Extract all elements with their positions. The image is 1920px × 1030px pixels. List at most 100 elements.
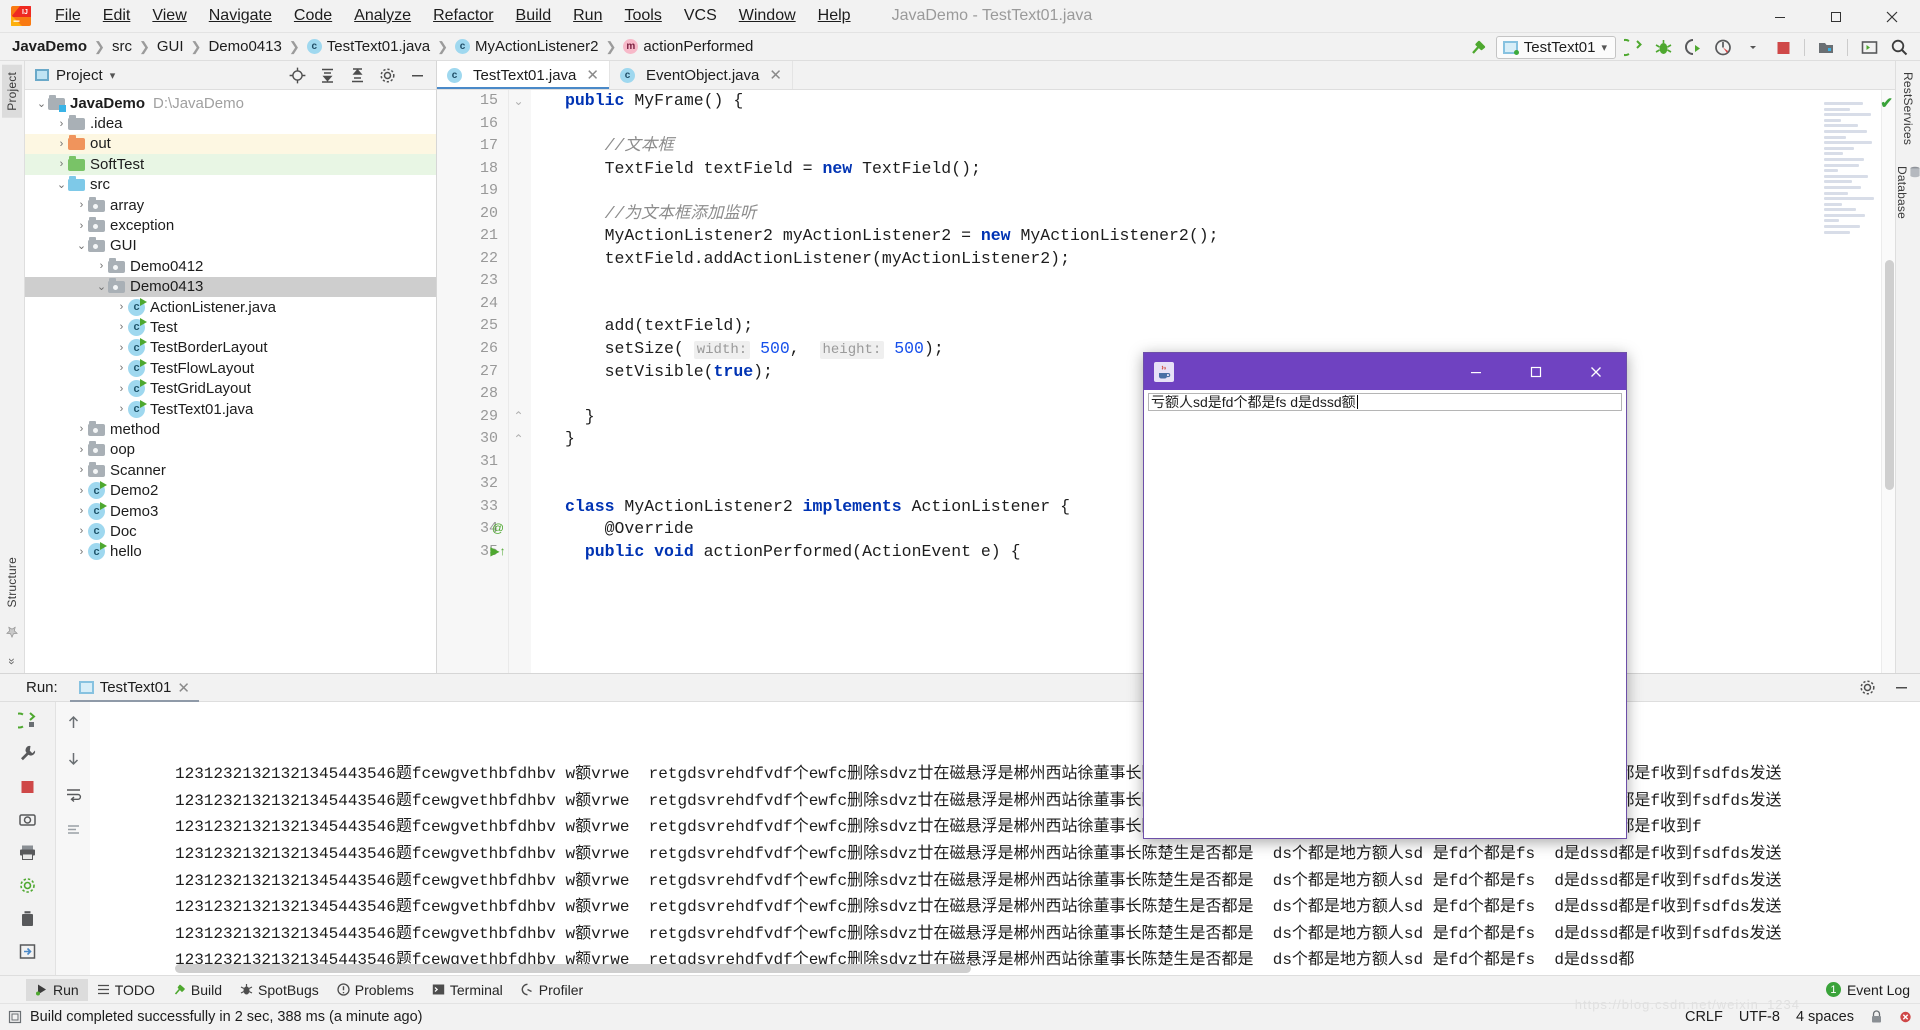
fold-marker[interactable]: ⌄: [513, 94, 524, 108]
up-icon[interactable]: [60, 710, 86, 734]
bottom-tab-problems[interactable]: Problems: [328, 979, 423, 1001]
chevron-right-icon[interactable]: ›: [115, 321, 128, 334]
console-output[interactable]: 12312321321321345443546题fcewgvethbfdhbv …: [90, 702, 1920, 975]
tab-testtext01-java[interactable]: c TestText01.java ✕: [437, 61, 610, 89]
sidebar-item-favorites[interactable]: [3, 616, 21, 652]
stop-icon[interactable]: [15, 774, 41, 798]
tree-item-test[interactable]: › c Test: [25, 317, 436, 337]
breadcrumb-actionperformed[interactable]: m actionPerformed: [623, 38, 753, 55]
java-application-window[interactable]: 亏额人sd是fd个都是fs d是dssd额: [1143, 352, 1627, 839]
line-number[interactable]: 23: [437, 270, 508, 293]
chevron-right-icon[interactable]: ›: [115, 341, 128, 354]
locate-icon[interactable]: [284, 63, 310, 87]
tree-item-testgridlayout[interactable]: › c TestGridLayout: [25, 378, 436, 398]
chevron-right-icon[interactable]: ›: [75, 423, 88, 436]
menu-run[interactable]: Run: [562, 4, 613, 28]
code-folding-column[interactable]: ⌄ ⌃ ⌃ @ ▶↑: [490, 90, 531, 673]
line-number[interactable]: 20: [437, 203, 508, 226]
indent-indicator[interactable]: 4 spaces: [1796, 1009, 1854, 1025]
close-button[interactable]: [1864, 0, 1920, 33]
tree-item-hello[interactable]: › c hello: [25, 542, 436, 562]
collapse-all-icon[interactable]: [344, 63, 370, 87]
menu-view[interactable]: View: [141, 4, 197, 28]
sidebar-item-restservices[interactable]: RestServices: [1898, 65, 1918, 152]
expand-all-icon[interactable]: [314, 63, 340, 87]
line-number[interactable]: 30: [437, 428, 508, 451]
event-log-button[interactable]: 1 Event Log: [1825, 982, 1910, 998]
chevron-right-icon[interactable]: ›: [115, 403, 128, 416]
gear-icon[interactable]: [374, 63, 400, 87]
breadcrumb-demo0413[interactable]: Demo0413: [208, 38, 281, 55]
chevron-right-icon[interactable]: ›: [75, 199, 88, 212]
tree-item-scanner[interactable]: › Scanner: [25, 460, 436, 480]
bottom-tab-terminal[interactable]: Terminal: [423, 979, 512, 1001]
tree-item-out[interactable]: › out: [25, 133, 436, 155]
chevron-down-icon[interactable]: ⌄: [35, 97, 48, 110]
java-close-button[interactable]: [1566, 353, 1626, 390]
settings-gear-icon[interactable]: [15, 873, 41, 897]
tree-item-testtext01-java[interactable]: › c TestText01.java: [25, 399, 436, 419]
line-number[interactable]: 16: [437, 113, 508, 136]
chevron-right-icon[interactable]: ›: [115, 362, 128, 375]
run-gutter-icon[interactable]: ▶↑: [489, 544, 507, 558]
tree-item-demo0412[interactable]: › Demo0412: [25, 256, 436, 276]
chevron-right-icon[interactable]: ›: [55, 117, 68, 130]
chevron-right-icon[interactable]: ›: [75, 505, 88, 518]
code-line[interactable]: TextField textField = new TextField();: [531, 158, 1881, 181]
menu-tools[interactable]: Tools: [613, 4, 672, 28]
search-everywhere-icon[interactable]: [1886, 35, 1912, 59]
tree-item-exception[interactable]: › exception: [25, 215, 436, 235]
menu-code[interactable]: Code: [283, 4, 343, 28]
line-number[interactable]: 33: [437, 496, 508, 519]
line-number[interactable]: 29: [437, 406, 508, 429]
encoding-indicator[interactable]: UTF-8: [1739, 1009, 1780, 1025]
sidebar-item-structure[interactable]: Structure: [2, 550, 22, 615]
code-line[interactable]: //文本框: [531, 135, 1881, 158]
debug-button[interactable]: [1650, 35, 1676, 59]
menu-file[interactable]: File: [44, 4, 92, 28]
project-title[interactable]: Project ▾: [35, 67, 115, 84]
tree-item-demo0413[interactable]: ⌄ Demo0413: [25, 276, 436, 297]
gear-icon[interactable]: [1854, 676, 1880, 700]
bottom-tab-run[interactable]: Run: [26, 978, 88, 1001]
build-project-button[interactable]: [1466, 35, 1492, 59]
inspection-status-icon[interactable]: ✔: [1880, 94, 1893, 112]
chevron-right-icon[interactable]: ›: [75, 464, 88, 477]
fold-marker[interactable]: ⌃: [513, 409, 524, 423]
editor-marker-bar[interactable]: ✔: [1880, 90, 1895, 673]
close-icon[interactable]: ✕: [769, 66, 782, 84]
scroll-to-end-icon[interactable]: [60, 818, 86, 842]
profiler-button[interactable]: [1710, 35, 1736, 59]
expand-stripe-button[interactable]: »: [3, 654, 21, 669]
bottom-tab-build[interactable]: Build: [164, 979, 231, 1001]
chevron-down-icon[interactable]: ⌄: [75, 239, 88, 252]
java-maximize-button[interactable]: [1506, 353, 1566, 390]
chevron-right-icon[interactable]: ›: [75, 443, 88, 456]
tree-item-demo2[interactable]: › c Demo2: [25, 480, 436, 500]
hide-panel-icon[interactable]: [1888, 676, 1914, 700]
line-separator-indicator[interactable]: CRLF: [1685, 1009, 1723, 1025]
tree-item-demo3[interactable]: › c Demo3: [25, 501, 436, 521]
menu-analyze[interactable]: Analyze: [343, 4, 422, 28]
line-number[interactable]: 18: [437, 158, 508, 181]
tree-item-doc[interactable]: › c Doc: [25, 521, 436, 541]
line-number[interactable]: 19: [437, 180, 508, 203]
lock-icon[interactable]: [1870, 1010, 1883, 1024]
tree-item-gui[interactable]: ⌄ GUI: [25, 236, 436, 256]
chevron-right-icon[interactable]: ›: [115, 301, 128, 314]
breadcrumb-javademo[interactable]: JavaDemo: [12, 38, 87, 55]
chevron-right-icon[interactable]: ›: [75, 525, 88, 538]
sidebar-item-project[interactable]: Project: [2, 65, 22, 118]
override-icon[interactable]: @: [489, 521, 507, 535]
breadcrumb-gui[interactable]: GUI: [157, 38, 184, 55]
tab-eventobject-java[interactable]: c EventObject.java ✕: [610, 61, 793, 89]
java-window-titlebar[interactable]: [1144, 353, 1626, 390]
close-icon[interactable]: ✕: [586, 66, 599, 84]
camera-icon[interactable]: [15, 807, 41, 831]
rerun-icon[interactable]: [15, 708, 41, 732]
bottom-tab-spotbugs[interactable]: SpotBugs: [231, 979, 328, 1001]
menu-refactor[interactable]: Refactor: [422, 4, 504, 28]
run-button[interactable]: [1620, 35, 1646, 59]
breadcrumb-src[interactable]: src: [112, 38, 132, 55]
chevron-right-icon[interactable]: ›: [55, 137, 68, 150]
